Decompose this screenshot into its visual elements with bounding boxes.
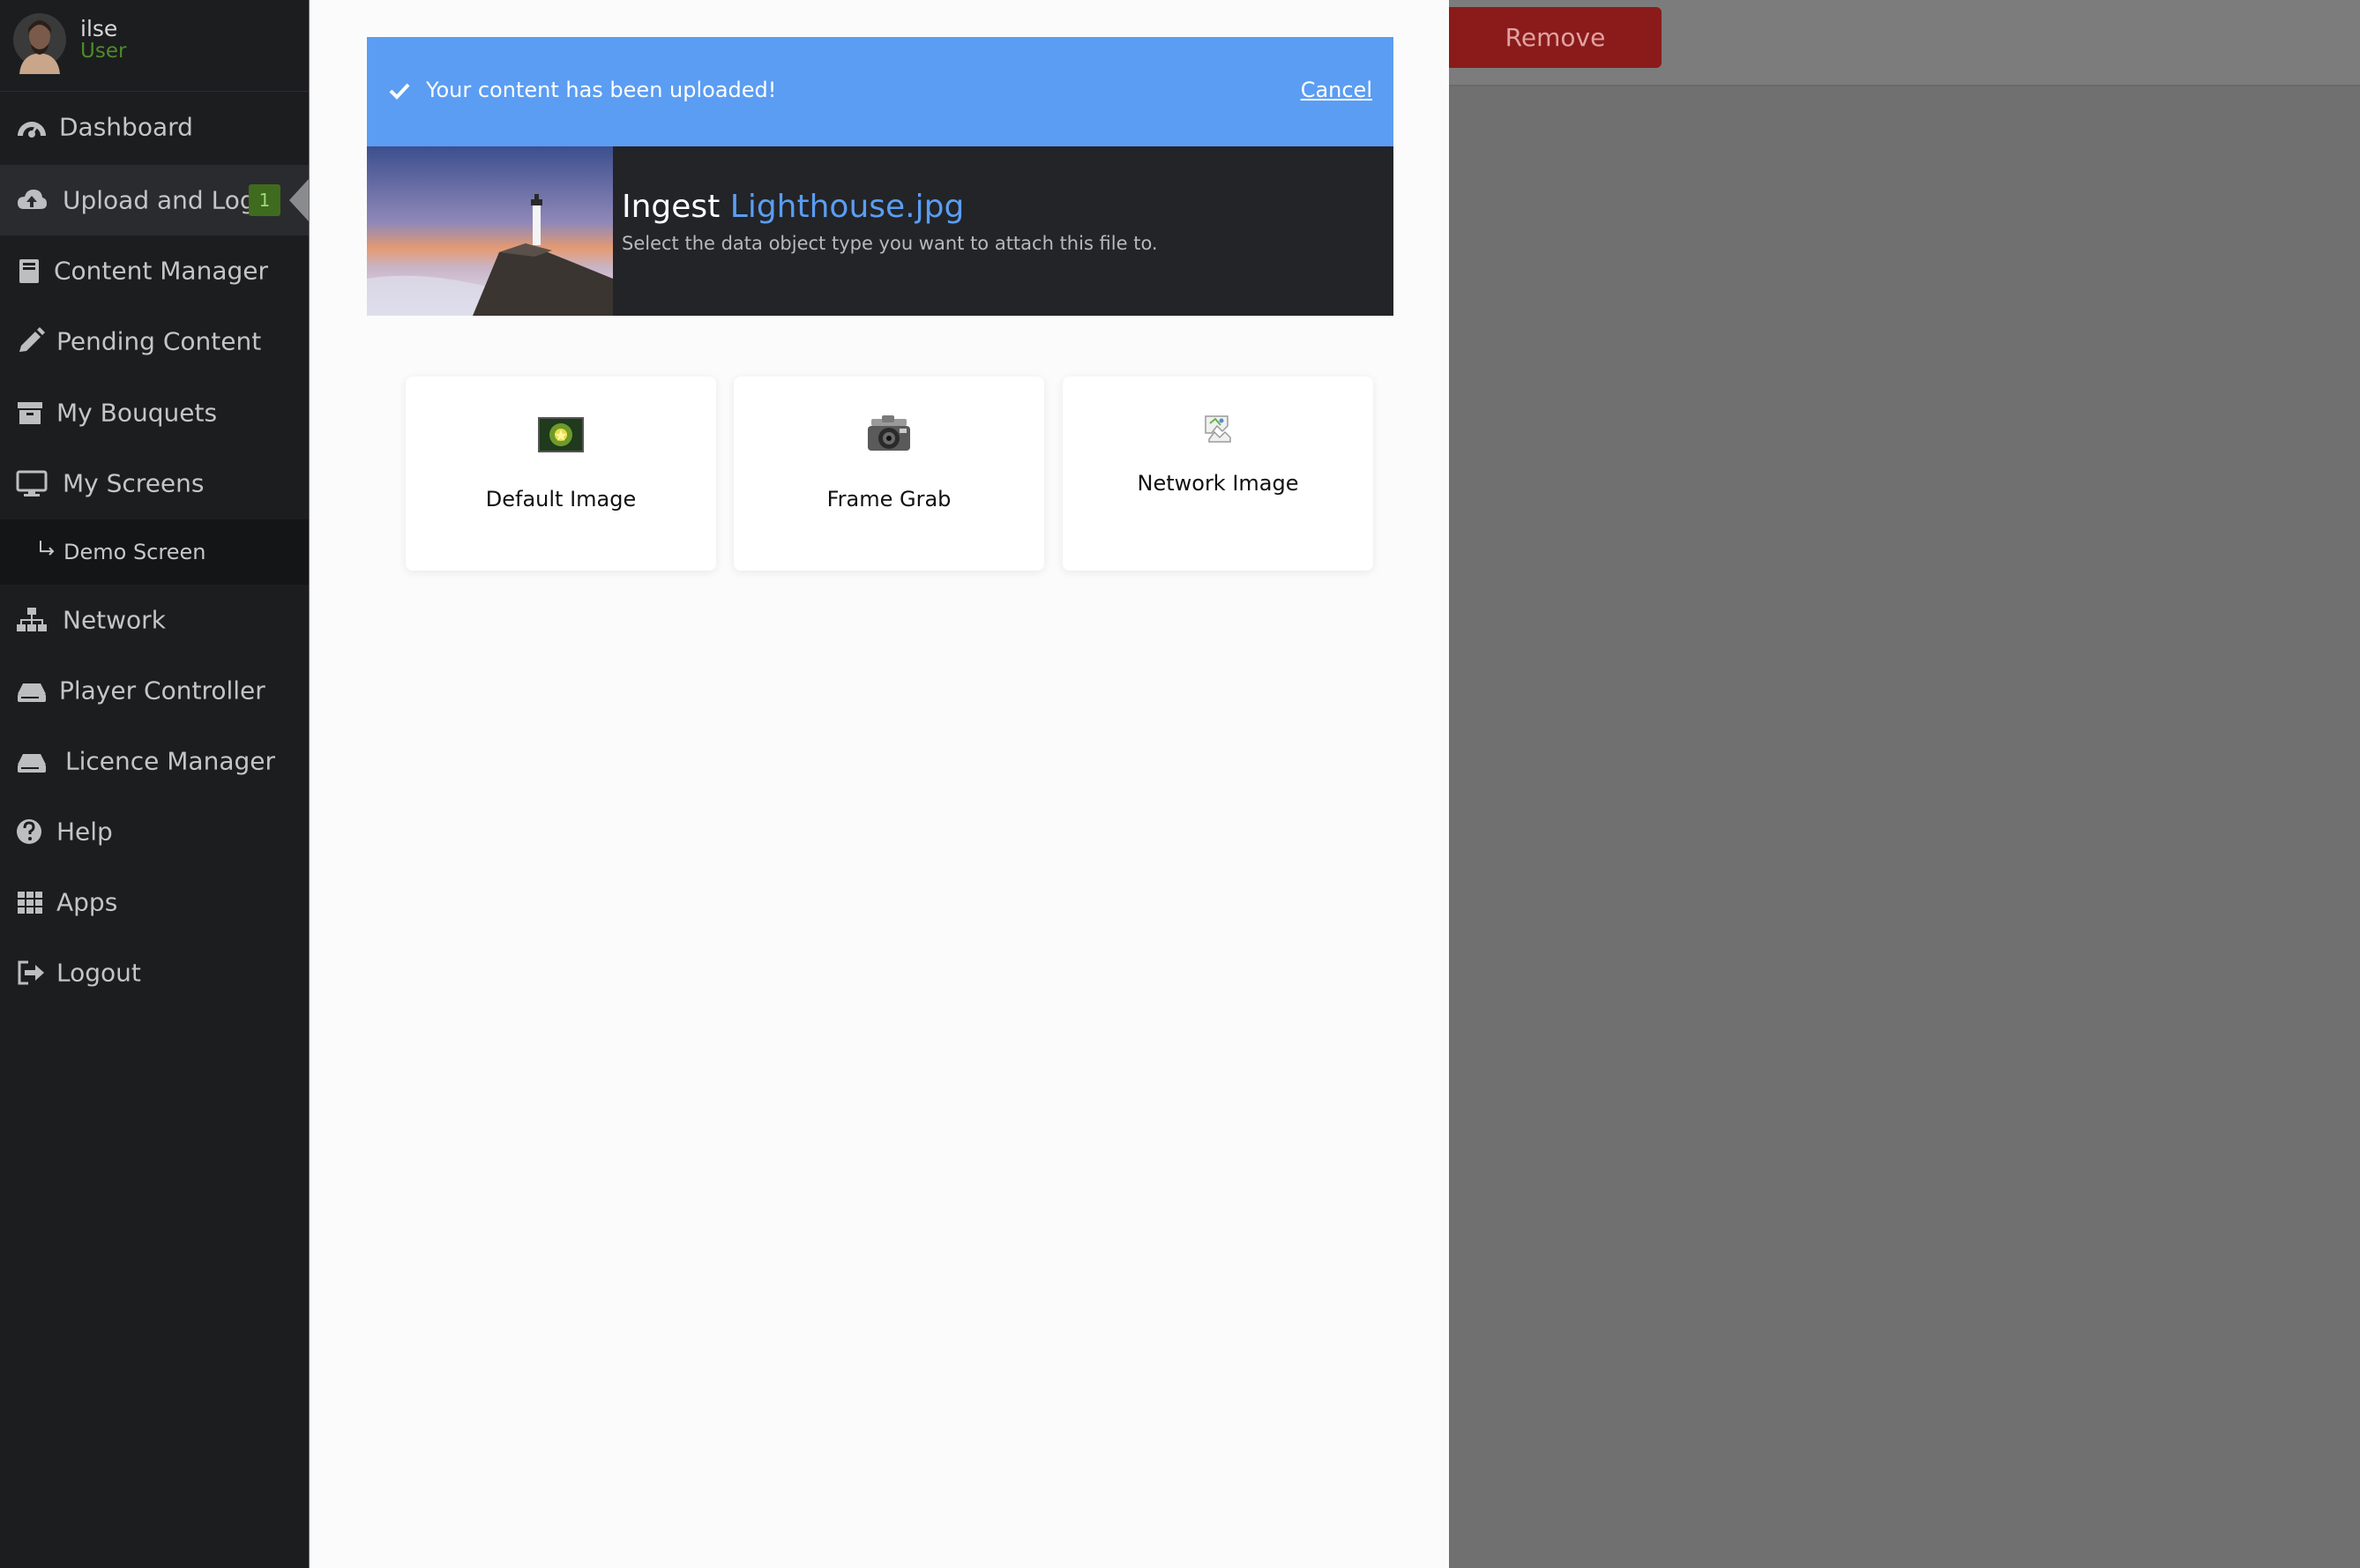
sidebar-item-label: Dashboard (59, 112, 193, 142)
type-card-label: Frame Grab (826, 487, 952, 511)
sidebar-item-label: Logout (56, 958, 141, 988)
sidebar-item-label: Player Controller (59, 676, 265, 706)
type-card-frame-grab[interactable]: Frame Grab (734, 377, 1044, 571)
sidebar-item-label: Pending Content (56, 326, 262, 356)
sidebar-item-my-screens[interactable]: My Screens (0, 448, 309, 519)
sidebar-item-licence-manager[interactable]: Licence Manager (0, 726, 309, 796)
ingest-header: Ingest Lighthouse.jpg Select the data ob… (367, 146, 1393, 316)
user-name[interactable]: ilse (80, 16, 117, 41)
ingest-subtitle: Select the data object type you want to … (622, 233, 1158, 254)
archive-icon (16, 399, 48, 427)
sidebar-item-content-manager[interactable]: Content Manager (0, 235, 309, 306)
hdd-icon (16, 747, 48, 775)
file-name: Lighthouse.jpg (729, 189, 965, 225)
cloud-upload-icon (16, 186, 48, 214)
hdd-icon (16, 676, 48, 705)
sidebar-item-label: My Screens (63, 468, 205, 498)
sitemap-icon (16, 606, 48, 634)
avatar[interactable] (12, 12, 67, 74)
sidebar-item-demo-screen[interactable]: Demo Screen (0, 519, 309, 585)
sidebar-item-pending-content[interactable]: Pending Content (0, 306, 309, 377)
sidebar-item-help[interactable]: Help (0, 796, 309, 867)
sidebar-item-label: My Bouquets (56, 398, 218, 428)
sidebar-item-label: Upload and Log (63, 185, 256, 215)
default-image-icon (538, 417, 584, 456)
sidebar-item-label: Help (56, 817, 113, 847)
pencil-icon (16, 327, 48, 355)
ingest-title: Ingest Lighthouse.jpg (622, 189, 964, 225)
sidebar-item-label: Network (63, 605, 166, 635)
file-thumbnail (367, 146, 613, 316)
grid-icon (16, 888, 48, 916)
sidebar-item-label: Demo Screen (63, 540, 206, 564)
sidebar-item-my-bouquets[interactable]: My Bouquets (0, 377, 309, 448)
sidebar: ilse User Dashboard Upload and Log 1 Con… (0, 0, 309, 1568)
user-role: User (80, 40, 127, 63)
success-message: Your content has been uploaded! (426, 78, 777, 102)
type-card-default-image[interactable]: Default Image (406, 377, 716, 571)
ingest-panel: Your content has been uploaded! Cancel I… (310, 0, 1449, 1568)
sidebar-item-player-controller[interactable]: Player Controller (0, 655, 309, 726)
type-card-network-image[interactable]: Network Image (1063, 377, 1373, 571)
type-card-label: Network Image (1137, 471, 1299, 496)
sidebar-item-logout[interactable]: Logout (0, 937, 309, 1008)
user-profile: ilse User (0, 0, 309, 92)
remove-button[interactable]: Remove (1449, 7, 1662, 68)
sidebar-item-dashboard[interactable]: Dashboard (0, 92, 309, 162)
broken-image-icon (1203, 414, 1233, 447)
sidebar-item-apps[interactable]: Apps (0, 867, 309, 937)
active-caret (289, 179, 309, 221)
sidebar-item-network[interactable]: Network (0, 585, 309, 655)
sign-out-icon (16, 959, 48, 987)
book-icon (16, 257, 48, 285)
sidebar-item-upload-and-log[interactable]: Upload and Log 1 (0, 165, 309, 235)
question-circle-icon (16, 818, 48, 846)
dashboard-icon (16, 113, 48, 141)
camera-icon (866, 414, 912, 459)
desktop-icon (16, 469, 48, 497)
check-icon (388, 79, 411, 102)
ingest-label: Ingest (622, 189, 721, 225)
cancel-link[interactable]: Cancel (1301, 78, 1372, 102)
type-card-label: Default Image (485, 487, 637, 511)
sub-arrow-icon (37, 539, 58, 560)
sidebar-item-label: Apps (56, 887, 118, 917)
upload-count-badge: 1 (249, 184, 280, 216)
sidebar-item-label: Content Manager (54, 256, 268, 286)
sidebar-item-label: Licence Manager (65, 746, 275, 776)
upload-success-alert: Your content has been uploaded! Cancel (367, 37, 1393, 146)
